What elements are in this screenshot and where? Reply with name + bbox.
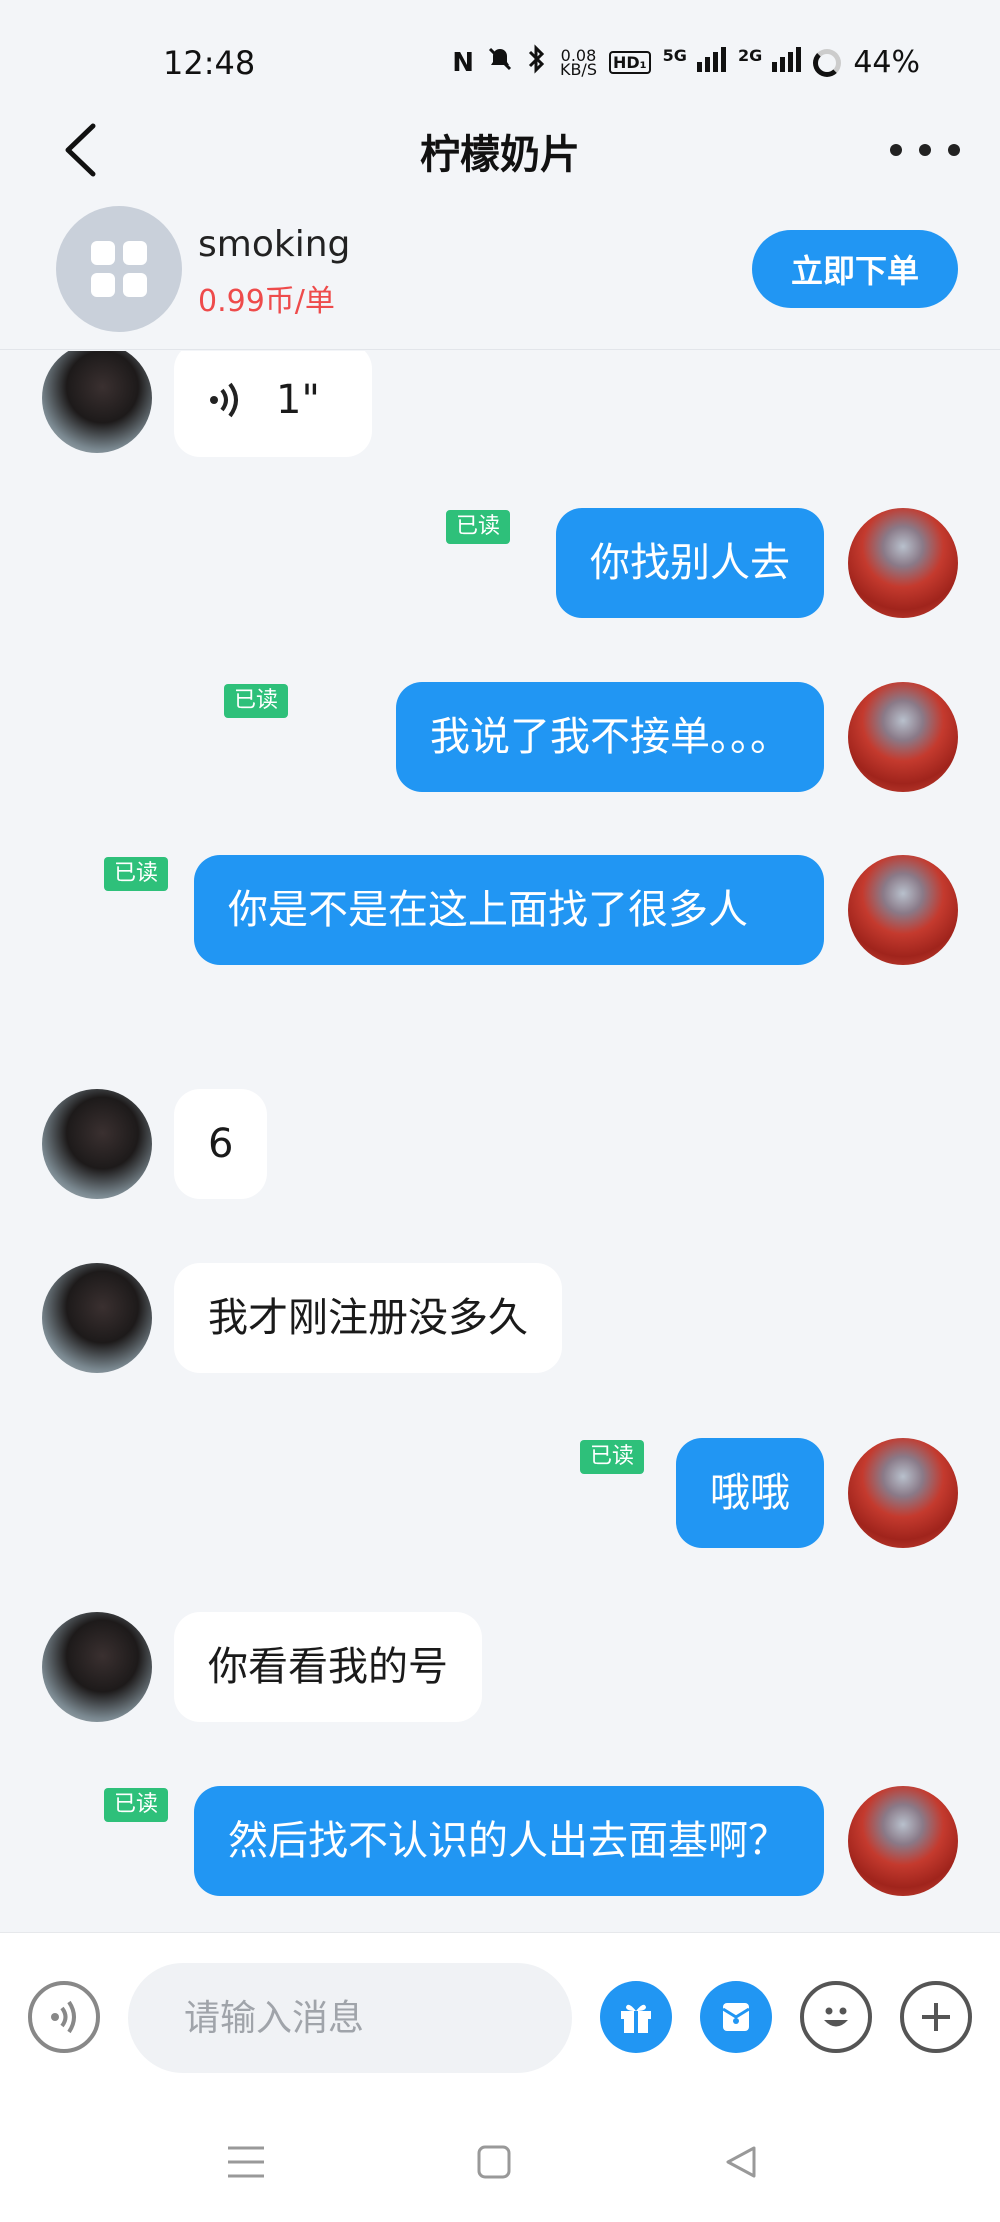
avatar[interactable] xyxy=(848,682,958,792)
avatar[interactable] xyxy=(848,1438,958,1548)
avatar[interactable] xyxy=(848,1786,958,1896)
read-badge: 已读 xyxy=(580,1440,645,1474)
message-bubble[interactable]: 哦哦 xyxy=(676,1438,824,1548)
emoji-icon xyxy=(824,2007,848,2027)
coupon-icon xyxy=(722,2003,750,2031)
voice-message-bubble[interactable]: 1" xyxy=(174,351,372,457)
voice-duration: 1" xyxy=(276,377,320,423)
menu-nav-button[interactable] xyxy=(214,2130,278,2194)
gift-button[interactable] xyxy=(600,1981,672,2053)
status-icons: N 0.08 KB/S HD₁ 5G 2G 44% xyxy=(452,44,920,81)
message-input[interactable] xyxy=(128,1963,572,2073)
message-bubble[interactable]: 然后找不认识的人出去面基啊？ xyxy=(194,1786,824,1896)
more-dots-icon xyxy=(919,144,931,156)
emoji-button[interactable] xyxy=(800,1981,872,2053)
status-time: 12:48 xyxy=(163,44,256,82)
bluetooth-icon xyxy=(526,44,548,81)
title-bar: 柠檬奶片 xyxy=(0,100,1000,200)
read-badge: 已读 xyxy=(104,1788,169,1822)
message-bubble[interactable]: 你是不是在这上面找了很多人 xyxy=(194,855,824,965)
read-badge: 已读 xyxy=(224,684,289,718)
product-bar: smoking 0.99币/单 立即下单 xyxy=(0,200,1000,350)
read-badge: 已读 xyxy=(446,510,511,544)
avatar[interactable] xyxy=(42,351,152,453)
message-bubble[interactable]: 我才刚注册没多久 xyxy=(174,1263,562,1373)
coupon-button[interactable] xyxy=(700,1981,772,2053)
voice-icon xyxy=(210,382,238,418)
product-thumbnail[interactable] xyxy=(56,206,182,332)
message-bubble[interactable]: 我说了我不接单。。。 xyxy=(396,682,824,792)
speed-unit: KB/S xyxy=(559,59,597,79)
plus-icon xyxy=(922,2003,950,2031)
page-title: 柠檬奶片 xyxy=(420,132,580,178)
square-home-icon xyxy=(477,2145,511,2179)
more-dots-icon xyxy=(948,144,960,156)
mute-icon xyxy=(486,45,514,80)
signal-5g: 5G xyxy=(663,46,726,79)
network-speed: 0.08 KB/S xyxy=(559,47,597,79)
home-nav-button[interactable] xyxy=(462,2130,526,2194)
read-badge: 已读 xyxy=(104,857,169,891)
status-bar: 12:48 N 0.08 KB/S HD₁ 5G 2G 44% xyxy=(0,0,1000,100)
chat-area[interactable]: 1" 已读 你找别人去 已读 我说了我不接单。。。 已读 你是不是在这上面找了很… xyxy=(0,351,1000,1931)
more-button[interactable] xyxy=(890,128,960,172)
voice-icon xyxy=(51,2000,76,2034)
triangle-back-icon xyxy=(726,2146,756,2178)
order-now-button[interactable]: 立即下单 xyxy=(752,230,958,308)
nfc-icon: N xyxy=(452,47,474,78)
voice-input-button[interactable] xyxy=(28,1981,100,2053)
more-dots-icon xyxy=(890,144,902,156)
message-bubble[interactable]: 6 xyxy=(174,1089,268,1199)
chevron-left-icon xyxy=(65,123,96,177)
system-nav-bar xyxy=(0,2102,1000,2222)
battery-level: 44% xyxy=(853,45,920,80)
input-bar xyxy=(0,1932,1000,2102)
battery-icon xyxy=(813,48,842,77)
message-bubble[interactable]: 你找别人去 xyxy=(556,508,824,618)
avatar[interactable] xyxy=(42,1612,152,1722)
product-price: 0.99币/单 xyxy=(198,284,335,319)
message-bubble[interactable]: 你看看我的号 xyxy=(174,1612,482,1722)
hd-icon: HD₁ xyxy=(608,51,651,74)
product-name: smoking xyxy=(198,224,351,265)
avatar[interactable] xyxy=(848,508,958,618)
signal-5g-label: 5G xyxy=(662,46,687,65)
avatar[interactable] xyxy=(42,1089,152,1199)
menu-icon xyxy=(228,2146,264,2178)
avatar[interactable] xyxy=(848,855,958,965)
grid-app-icon xyxy=(91,241,147,297)
avatar[interactable] xyxy=(42,1263,152,1373)
signal-2g: 2G xyxy=(737,46,802,79)
back-button[interactable] xyxy=(52,122,108,178)
back-nav-button[interactable] xyxy=(708,2130,772,2194)
signal-2g-label: 2G xyxy=(737,46,763,65)
plus-button[interactable] xyxy=(900,1981,972,2053)
gift-icon xyxy=(621,2004,651,2033)
